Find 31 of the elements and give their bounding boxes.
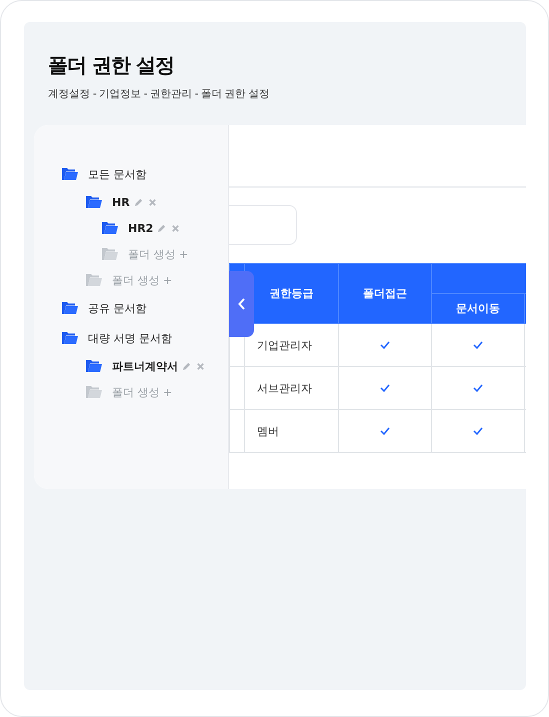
pencil-icon[interactable]: [157, 224, 166, 232]
folder-icon: [62, 332, 78, 344]
folder-item[interactable]: 대량 서명 문서함: [88, 330, 172, 346]
table-cell: 서브관리자: [244, 366, 338, 410]
folder-item[interactable]: 공유 문서함: [88, 300, 146, 316]
folder-icon: [102, 248, 118, 260]
folder-item[interactable]: HR2: [128, 222, 154, 234]
folder-icon: [86, 386, 102, 398]
folder-item[interactable]: 모든 문서함: [88, 166, 146, 182]
close-icon[interactable]: [196, 362, 205, 370]
folder-icon: [86, 196, 102, 208]
page-title: 폴더 권한 설정: [48, 52, 175, 79]
pencil-icon[interactable]: [182, 362, 191, 370]
table-cell: 멤버: [244, 410, 338, 452]
folder-icon: [86, 360, 102, 372]
folder-item[interactable]: 파트너계약서: [112, 358, 178, 374]
pencil-icon[interactable]: [134, 198, 143, 206]
close-icon[interactable]: [148, 198, 157, 206]
folder-item[interactable]: HR: [112, 196, 130, 208]
column-header: 폴더접근: [338, 264, 432, 324]
folder-icon: [86, 274, 102, 286]
folder-icon: [62, 168, 78, 180]
collapse-button[interactable]: [229, 271, 254, 337]
chevron-left-icon: [238, 298, 246, 310]
column-header: 권한등급: [244, 264, 338, 324]
folder-icon: [102, 222, 118, 234]
column-header: 문서이동: [432, 294, 524, 324]
close-icon[interactable]: [171, 224, 180, 232]
folder-icon: [62, 302, 78, 314]
breadcrumb: 계정설정 - 기업정보 - 권한관리 - 폴더 권한 설정: [48, 87, 271, 101]
input-field[interactable]: [229, 205, 297, 245]
